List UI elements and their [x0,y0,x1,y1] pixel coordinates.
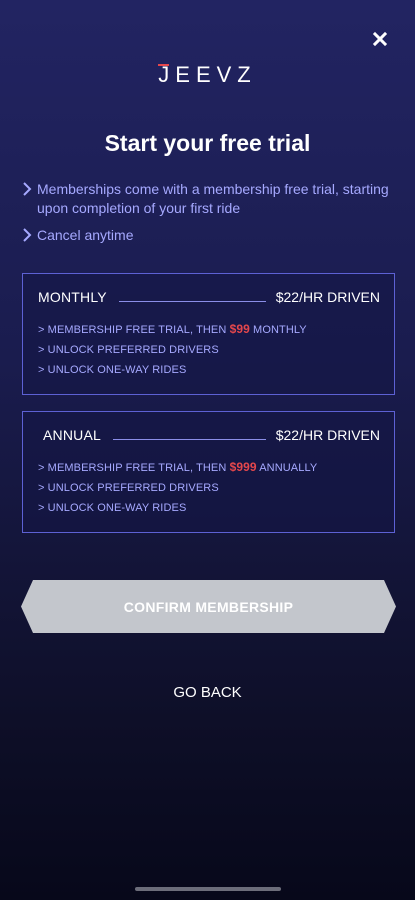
plan-card-annual[interactable]: ANNUAL $22/HR DRIVEN > MEMBERSHIP FREE T… [22,411,395,533]
close-icon[interactable] [371,30,389,48]
home-indicator[interactable] [135,887,281,891]
plan-feature: > MEMBERSHIP FREE TRIAL, THEN $999 ANNUA… [38,460,318,474]
plan-feature: > UNLOCK PREFERRED DRIVERS [38,482,219,494]
plan-feature: > UNLOCK PREFERRED DRIVERS [38,344,219,356]
go-back-button[interactable]: GO BACK [0,684,415,701]
confirm-membership-button[interactable]: CONFIRM MEMBERSHIP [21,580,396,633]
divider [113,438,266,440]
plan-amount: $99 [229,322,250,336]
plan-name: ANNUAL [43,427,101,443]
benefit-item: Memberships come with a membership free … [22,180,402,218]
benefit-text: Cancel anytime [37,227,134,243]
divider [118,300,266,302]
benefit-list: Memberships come with a membership free … [22,180,402,255]
chevron-right-icon [22,182,37,201]
plan-header: ANNUAL $22/HR DRIVEN [38,427,380,443]
plan-card-monthly[interactable]: MONTHLY $22/HR DRIVEN > MEMBERSHIP FREE … [22,273,395,395]
benefit-text: Memberships come with a membership free … [37,181,389,216]
jeevz-logo: JEEVZ [158,62,257,87]
plan-feature: > UNLOCK ONE-WAY RIDES [38,364,187,376]
plan-price: $22/HR DRIVEN [275,289,380,305]
plan-feature: > UNLOCK ONE-WAY RIDES [38,502,187,514]
plan-price: $22/HR DRIVEN [275,427,380,443]
page-title: Start your free trial [104,130,311,156]
plan-name: MONTHLY [38,289,107,305]
chevron-right-icon [22,228,37,247]
plan-feature: > MEMBERSHIP FREE TRIAL, THEN $99 MONTHL… [38,322,307,336]
plan-amount: $999 [229,460,257,474]
benefit-item: Cancel anytime [22,226,402,247]
plan-header: MONTHLY $22/HR DRIVEN [38,289,380,305]
